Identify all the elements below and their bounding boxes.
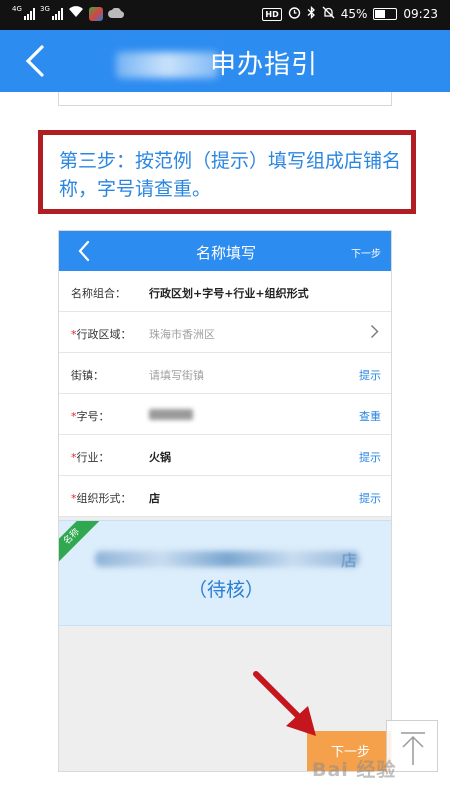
field-label: 行政区域： bbox=[76, 328, 132, 341]
network-type-label: 4G bbox=[12, 4, 22, 13]
field-label: 字号： bbox=[76, 410, 110, 423]
example-screenshot: 名称填写 下一步 名称组合： 行政区划+字号+行业+组织形式 *行政区域： 珠海… bbox=[58, 230, 392, 772]
page-title: 申办指引 bbox=[210, 50, 319, 80]
field-label: 行业： bbox=[76, 451, 110, 464]
name-status: （待核） bbox=[187, 579, 264, 601]
name-form: 名称组合： 行政区划+字号+行业+组织形式 *行政区域： 珠海市香洲区 街镇： … bbox=[59, 271, 391, 517]
cloud-icon bbox=[108, 7, 125, 21]
form-row-brand: *字号： 查重 bbox=[59, 394, 391, 435]
app-notification-icon bbox=[89, 6, 103, 21]
hint-link[interactable]: 提示 bbox=[359, 449, 381, 465]
field-label: 名称组合： bbox=[71, 287, 126, 300]
name-preview-redacted bbox=[95, 551, 359, 567]
form-row-street: 街镇： 请填写街镇 提示 bbox=[59, 353, 391, 394]
hint-link[interactable]: 提示 bbox=[359, 367, 381, 383]
hd-badge: HD bbox=[262, 7, 282, 21]
alarm-icon bbox=[288, 6, 301, 22]
name-preview-tail: 店 bbox=[341, 551, 358, 570]
signal-4g-icon: 4G bbox=[12, 4, 35, 20]
chevron-right-icon bbox=[370, 324, 379, 339]
region-value: 珠海市香洲区 bbox=[149, 328, 215, 341]
form-row-industry: *行业： 火锅 提示 bbox=[59, 435, 391, 476]
baidu-watermark: Bai 经验 bbox=[312, 759, 397, 781]
mute-icon bbox=[322, 6, 335, 22]
status-bar: 4G 3G HD 45% 09:23 bbox=[0, 0, 450, 30]
form-row-region[interactable]: *行政区域： 珠海市香洲区 bbox=[59, 312, 391, 353]
step-instruction-text: 第三步：按范例（提示）填写组成店铺名称，字号请查重。 bbox=[59, 150, 402, 200]
inner-title-bar: 名称填写 下一步 bbox=[59, 231, 391, 271]
field-label: 街镇： bbox=[71, 369, 104, 382]
back-arrow-icon[interactable] bbox=[22, 44, 48, 78]
inner-page-title: 名称填写 bbox=[195, 244, 256, 262]
title-redacted bbox=[116, 52, 218, 78]
annotation-arrow-icon bbox=[253, 671, 316, 736]
inner-next-link[interactable]: 下一步 bbox=[351, 245, 381, 260]
network-type-label: 3G bbox=[40, 4, 50, 13]
battery-icon bbox=[373, 8, 398, 20]
duplicate-check-link[interactable]: 查重 bbox=[359, 408, 381, 424]
previous-step-card bbox=[58, 92, 392, 106]
field-label: 组织形式： bbox=[76, 492, 132, 505]
signal-3g-icon: 3G bbox=[40, 4, 63, 20]
form-row-name-combo: 名称组合： 行政区划+字号+行业+组织形式 bbox=[59, 271, 391, 312]
clock: 09:23 bbox=[403, 7, 438, 21]
org-form-input[interactable]: 店 bbox=[149, 490, 160, 506]
wifi-icon bbox=[68, 6, 84, 21]
battery-percent: 45% bbox=[340, 7, 368, 21]
name-preview-panel: 名称 店 （待核） bbox=[59, 520, 391, 626]
brand-input-redacted[interactable] bbox=[149, 409, 193, 420]
hint-link[interactable]: 提示 bbox=[359, 490, 381, 506]
industry-input[interactable]: 火锅 bbox=[149, 449, 171, 465]
form-row-org-form: *组织形式： 店 提示 bbox=[59, 476, 391, 517]
street-input[interactable]: 请填写街镇 bbox=[149, 367, 204, 383]
bluetooth-icon bbox=[307, 5, 316, 22]
step-instruction-box: 第三步：按范例（提示）填写组成店铺名称，字号请查重。 bbox=[38, 130, 416, 214]
field-value: 行政区划+字号+行业+组织形式 bbox=[149, 287, 309, 300]
